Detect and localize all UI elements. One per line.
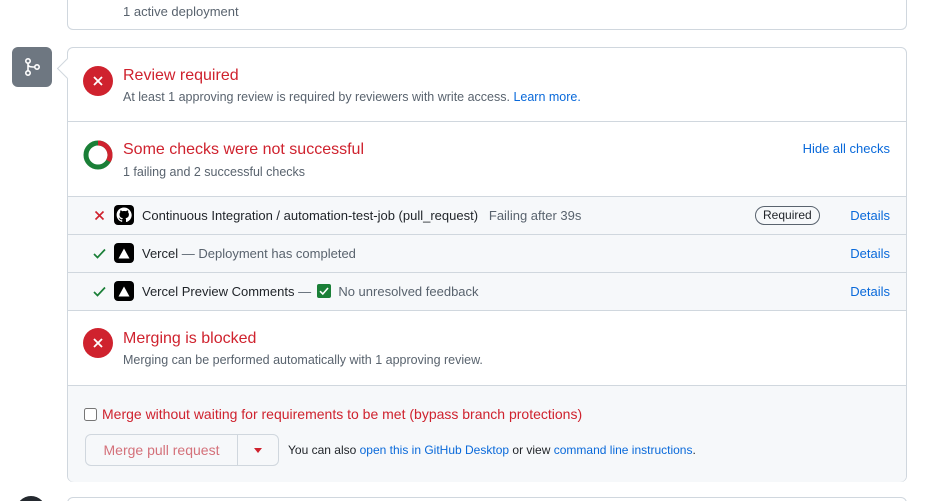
hide-all-checks-link[interactable]: Hide all checks (803, 141, 890, 156)
check-name: Continuous Integration / automation-test… (142, 208, 581, 223)
details-link[interactable]: Details (850, 284, 890, 299)
merge-pull-request-button[interactable]: Merge pull request (86, 435, 238, 465)
also-text: You can also (288, 443, 357, 457)
checks-summary-section: Some checks were not successful 1 failin… (68, 122, 906, 197)
learn-more-link[interactable]: Learn more. (513, 90, 580, 104)
github-desktop-link[interactable]: open this in GitHub Desktop (360, 443, 509, 457)
required-badge: Required (755, 206, 820, 225)
check-icon (92, 284, 106, 298)
check-title: Vercel Preview Comments (142, 284, 295, 299)
merge-action-section: Merge without waiting for requirements t… (68, 386, 906, 482)
check-name: Vercel — Deployment has completed (142, 246, 356, 261)
active-deployment-text: 1 active deployment (123, 4, 239, 19)
review-required-section: Review required At least 1 approving rev… (68, 48, 906, 122)
previous-timeline-card: 1 active deployment (67, 0, 907, 30)
merge-box: Review required At least 1 approving rev… (67, 47, 907, 482)
x-icon (92, 208, 106, 222)
trailing-period: . (692, 443, 696, 457)
merging-blocked-subtitle: Merging can be performed automatically w… (123, 353, 483, 367)
github-icon (114, 205, 134, 225)
caret-down-icon (254, 447, 262, 453)
x-circle-icon (83, 328, 113, 358)
merging-blocked-title: Merging is blocked (123, 330, 257, 347)
check-row: Vercel — Deployment has completed Detail… (68, 235, 906, 273)
check-square-icon (316, 284, 331, 298)
check-description: Failing after 39s (488, 208, 582, 223)
x-circle-icon (83, 66, 113, 96)
merge-alternatives-text: You can also open this in GitHub Desktop… (288, 443, 696, 457)
check-icon (92, 246, 106, 260)
check-name: Vercel Preview Comments — No unresolved … (142, 284, 479, 299)
details-link[interactable]: Details (850, 246, 890, 261)
git-merge-icon (12, 47, 52, 87)
bypass-checkbox[interactable] (84, 407, 97, 421)
review-required-subtitle: At least 1 approving review is required … (123, 90, 581, 104)
check-row: Vercel Preview Comments — No unresolved … (68, 273, 906, 311)
check-description: No unresolved feedback (338, 284, 479, 299)
check-description: — Deployment has completed (181, 246, 356, 261)
review-required-text: At least 1 approving review is required … (123, 90, 510, 104)
checks-title: Some checks were not successful (123, 141, 364, 158)
command-line-instructions-link[interactable]: command line instructions (554, 443, 693, 457)
review-required-title: Review required (123, 67, 239, 84)
bypass-protections-option[interactable]: Merge without waiting for requirements t… (84, 406, 582, 422)
check-title: Vercel (142, 246, 179, 261)
or-view-text: or view (512, 443, 551, 457)
bypass-label: Merge without waiting for requirements t… (102, 406, 583, 422)
vercel-icon (114, 281, 134, 301)
vercel-icon (114, 243, 134, 263)
next-timeline-card (67, 497, 907, 501)
details-link[interactable]: Details (850, 208, 890, 223)
check-row: Continuous Integration / automation-test… (68, 197, 906, 235)
merge-button-group: Merge pull request (85, 434, 279, 466)
checks-status-ring-icon (83, 140, 113, 170)
check-title: Continuous Integration / automation-test… (142, 208, 479, 223)
check-description-prefix: — (298, 284, 312, 299)
merge-options-dropdown[interactable] (238, 435, 278, 465)
merging-blocked-section: Merging is blocked Merging can be perfor… (68, 311, 906, 386)
avatar[interactable] (16, 496, 46, 501)
checks-subtitle: 1 failing and 2 successful checks (123, 165, 306, 179)
